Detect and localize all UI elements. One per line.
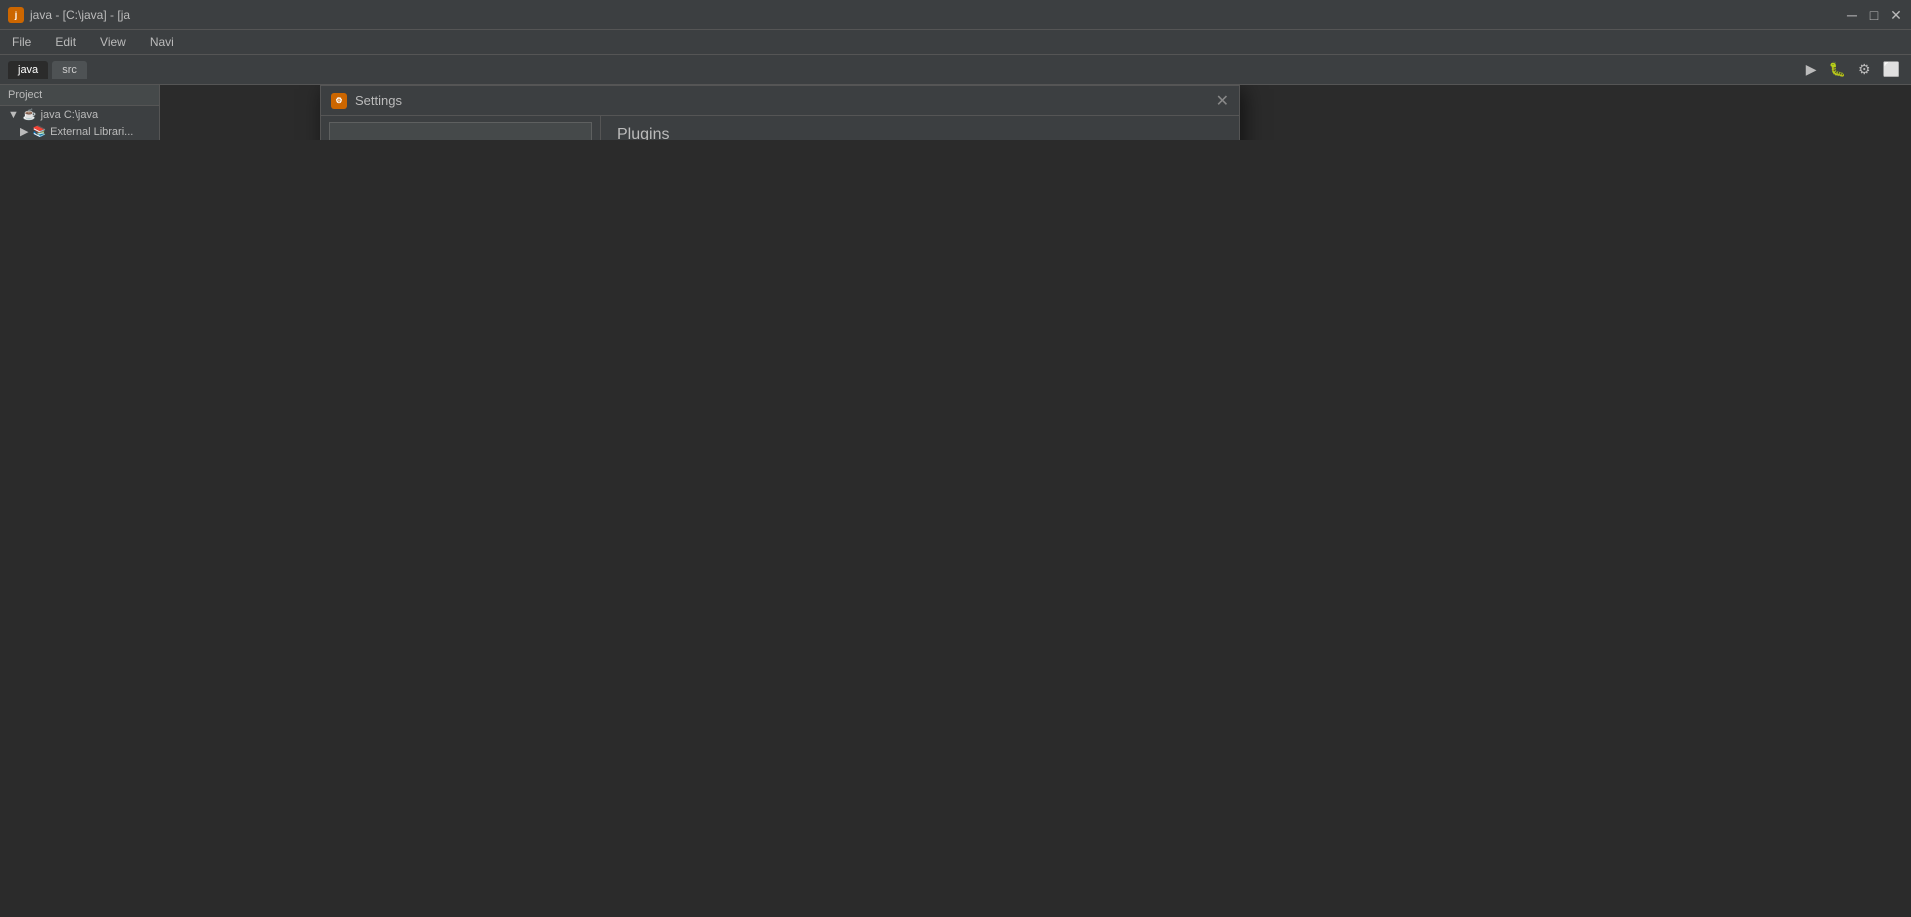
settings-title: Settings [355, 93, 1208, 108]
project-tree-ext[interactable]: ▶📚External Librari... [0, 123, 159, 140]
layout-icon[interactable]: ⬜ [1880, 59, 1903, 80]
tab-java[interactable]: java [8, 61, 48, 79]
ide-main: Project ▼☕java C:\java ▶📚External Librar… [0, 85, 1911, 140]
close-button[interactable]: ✕ [1889, 8, 1903, 22]
tab-src[interactable]: src [52, 61, 87, 79]
settings-content: Plugins Show: All plugins ▾ Sort [601, 116, 1239, 140]
settings-icon: ⚙ [331, 93, 347, 109]
project-panel: Project ▼☕java C:\java ▶📚External Librar… [0, 85, 160, 140]
settings-search-container [321, 116, 600, 140]
minimize-button[interactable]: ─ [1845, 8, 1859, 22]
debug-icon[interactable]: 🐛 [1826, 59, 1849, 80]
build-icon[interactable]: ⚙ [1855, 59, 1874, 80]
project-header: Project [0, 85, 159, 106]
menubar: File Edit View Navi [0, 30, 1911, 55]
settings-body: ▼ Appearance & Behavior Appearance Menus… [321, 116, 1239, 140]
menu-view[interactable]: View [96, 33, 130, 51]
ide-toolbar: java src ▶ 🐛 ⚙ ⬜ [0, 55, 1911, 85]
maximize-button[interactable]: □ [1867, 8, 1881, 22]
menu-edit[interactable]: Edit [51, 33, 80, 51]
ide-icon: j [8, 7, 24, 23]
settings-sidebar: ▼ Appearance & Behavior Appearance Menus… [321, 116, 601, 140]
ide-title: java - [C:\java] - [ja [30, 8, 130, 22]
menu-navi[interactable]: Navi [146, 33, 178, 51]
settings-search-input[interactable] [329, 122, 592, 140]
plugins-header: Plugins [601, 116, 1239, 140]
ide-title-bar: j java - [C:\java] - [ja ─ □ ✕ [0, 0, 1911, 30]
project-tree-java[interactable]: ▼☕java C:\java [0, 106, 159, 123]
settings-close-button[interactable]: ✕ [1216, 91, 1229, 111]
title-bar-controls: ─ □ ✕ [1845, 0, 1903, 30]
settings-titlebar: ⚙ Settings ✕ [321, 86, 1239, 116]
run-icon[interactable]: ▶ [1803, 59, 1820, 80]
settings-dialog: ⚙ Settings ✕ ▼ Appearance & Beh [320, 85, 1240, 140]
menu-file[interactable]: File [8, 33, 35, 51]
